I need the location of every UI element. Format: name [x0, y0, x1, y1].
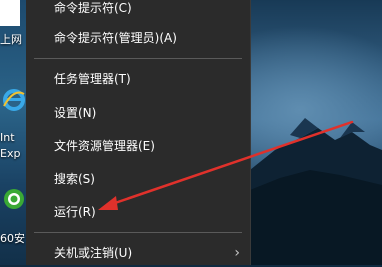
- annotation-arrow: [98, 120, 354, 210]
- arrow-head-icon: [98, 196, 118, 210]
- arrow-shaft: [110, 120, 354, 206]
